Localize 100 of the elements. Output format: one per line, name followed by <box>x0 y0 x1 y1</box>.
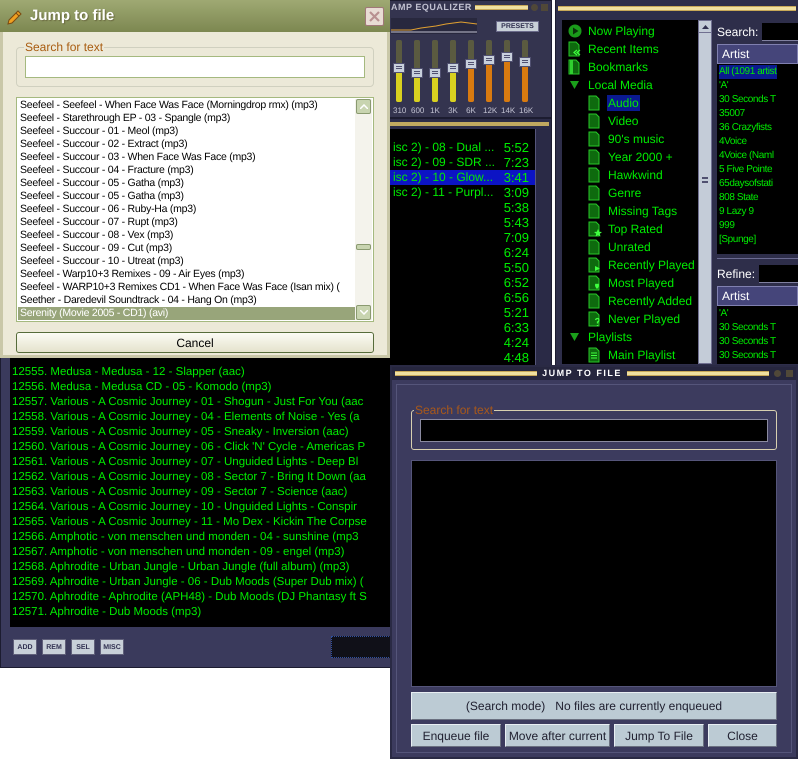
tree-item[interactable]: Main Playlist <box>607 347 676 363</box>
tree-item[interactable]: Now Playing <box>587 23 656 39</box>
scroll-grip-icon[interactable] <box>702 177 708 183</box>
artist-item[interactable]: 30 Seconds T <box>719 93 776 107</box>
slider-thumb[interactable] <box>501 52 513 62</box>
dialog-button[interactable]: Enqueue file <box>411 724 501 747</box>
tree-item[interactable]: Unrated <box>607 239 652 255</box>
file-list-item[interactable]: Seefeel - Succour - 03 - When Face Was Face (mp3) <box>18 151 355 164</box>
artist-item[interactable]: 36 Crazyfists <box>719 121 772 135</box>
tree-item[interactable]: Playlists <box>587 329 634 345</box>
track-title: 12560. Various - A Cosmic Journey - 06 - Click 'N' Cycle - Americas P <box>12 440 366 455</box>
column-header[interactable]: Artist <box>717 44 798 64</box>
expanded-arrow-icon[interactable] <box>570 333 579 341</box>
track-title: 12567. Amphotic - von menschen und monden - 09 - engel (mp3) <box>12 545 344 560</box>
expanded-arrow-icon[interactable] <box>570 81 579 89</box>
file-list-item[interactable]: Seether - Daredevil Soundtrack - 04 - Hang On (mp3) <box>18 294 355 307</box>
band-label: 6K <box>465 105 477 117</box>
search-field[interactable] <box>762 23 798 41</box>
track-title: 12555. Medusa - Medusa - 12 - Slapper (aac) <box>12 365 245 380</box>
file-list-item[interactable]: Seefeel - Succour - 08 - Vex (mp3) <box>18 229 355 242</box>
list-scrollbar[interactable] <box>355 99 372 320</box>
artist-item[interactable]: 30 Seconds T <box>719 321 776 335</box>
cancel-button[interactable]: Cancel <box>16 332 374 353</box>
file-list-item[interactable]: Seefeel - Warp10+3 Remixes - 09 - Air Eyes (mp3) <box>18 268 355 281</box>
tree-item[interactable]: Most Played <box>607 275 676 291</box>
dialog-button[interactable]: Move after current <box>505 724 610 747</box>
file-list-item[interactable]: Seefeel - Starethrough EP - 03 - Spangle (mp3) <box>18 112 355 125</box>
column-header[interactable]: Artist <box>717 286 798 306</box>
file-list-item[interactable]: Seefeel - Succour - 07 - Rupt (mp3) <box>18 216 355 229</box>
document-icon <box>587 113 602 129</box>
tree-item[interactable]: Genre <box>607 185 642 201</box>
slider-thumb[interactable] <box>447 62 459 73</box>
file-list-item[interactable]: Seefeel - Succour - 09 - Cut (mp3) <box>18 242 355 255</box>
slider-thumb[interactable] <box>483 54 495 65</box>
tree-item[interactable]: Missing Tags <box>607 203 678 219</box>
slider-thumb[interactable] <box>465 58 477 69</box>
file-list-item[interactable]: Seefeel - Seefeel - When Face Was Face (Morningdrop rmx) (mp3) <box>18 99 355 112</box>
file-list-item[interactable]: Seefeel - Succour - 01 - Meol (mp3) <box>18 125 355 138</box>
status-button[interactable]: (Search mode) No files are currently enqueued <box>411 692 777 720</box>
close-icon <box>369 10 380 22</box>
artist-item[interactable]: 999 <box>719 219 734 233</box>
artist-item[interactable]: [Spunge] <box>719 233 756 247</box>
tree-item[interactable]: Video <box>607 113 640 129</box>
document-icon <box>587 167 602 183</box>
file-list-item[interactable]: Seefeel - Succour - 05 - Gatha (mp3) <box>18 177 355 190</box>
tree-item[interactable]: Top Rated <box>607 221 664 237</box>
file-list-item[interactable]: Seefeel - Succour - 06 - Ruby-Ha (mp3) <box>18 203 355 216</box>
tree-item[interactable]: Local Media <box>587 77 654 93</box>
file-list-item[interactable]: Seefeel - Succour - 10 - Utreat (mp3) <box>18 255 355 268</box>
slider-thumb[interactable] <box>411 68 423 78</box>
artist-item[interactable]: 808 State <box>719 191 758 205</box>
tree-item[interactable]: Audio <box>607 95 640 111</box>
tree-item[interactable]: Hawkwind <box>607 167 664 183</box>
slider-thumb[interactable] <box>393 62 405 73</box>
artist-item[interactable]: 'A' <box>719 307 728 321</box>
search-label: Search: <box>717 24 758 41</box>
tree-item[interactable]: Recent Items <box>587 41 660 57</box>
file-list-item[interactable]: Seefeel - Succour - 02 - Extract (mp3) <box>18 138 355 151</box>
dialog-button[interactable]: Jump To File <box>614 724 704 747</box>
artist-item[interactable]: 30 Seconds T <box>719 335 776 349</box>
track-title: isc 2) - 08 - Dual ... <box>393 140 496 155</box>
band-label: 16K <box>519 105 531 117</box>
scroll-thumb[interactable] <box>356 244 371 250</box>
artist-item[interactable]: 9 Lazy 9 <box>719 205 754 219</box>
close-button[interactable] <box>365 6 384 26</box>
file-list-item[interactable]: Seefeel - WARP10+3 Remixes CD1 - When Face Was Face (Isan mix) ( <box>18 281 355 294</box>
tree-item[interactable]: Year 2000 + <box>607 149 674 165</box>
tree-item[interactable]: Never Played <box>607 311 682 327</box>
band-label: 3K <box>447 105 459 117</box>
track-title: 12564. Various - A Cosmic Journey - 10 - Unguided Lights - Conspir <box>12 500 357 515</box>
dialog-title: Jump to file <box>30 6 116 26</box>
document-icon <box>587 293 602 309</box>
tree-item[interactable]: Recently Played <box>607 257 696 273</box>
artist-item[interactable]: 5 Five Pointe <box>719 163 772 177</box>
search-legend: Search for text <box>24 38 104 56</box>
search-field[interactable] <box>420 419 768 442</box>
artist-item[interactable]: 65daysofstati <box>719 177 773 191</box>
artist-item[interactable]: 'A' <box>719 79 728 93</box>
track-title: 12565. Various - A Cosmic Journey - 11 - Mo Dex - Kickin The Corpse <box>12 515 367 530</box>
tree-item[interactable]: 90's music <box>607 131 666 147</box>
band-label: 1K <box>429 105 441 117</box>
artist-item[interactable]: 4Voice <box>719 135 747 149</box>
dialog-button[interactable]: Close <box>708 724 777 747</box>
list-document-icon <box>587 347 602 363</box>
file-list-item[interactable]: Seefeel - Succour - 04 - Fracture (mp3) <box>18 164 355 177</box>
tree-item[interactable]: Bookmarks <box>587 59 650 75</box>
artist-item[interactable]: 4Voice (Naml <box>719 149 774 163</box>
tree-item[interactable]: Recently Added <box>607 293 694 309</box>
artist-item[interactable]: 35007 <box>719 107 745 121</box>
search-field[interactable] <box>25 56 365 78</box>
slider-thumb[interactable] <box>429 68 441 78</box>
refine-field[interactable] <box>759 265 798 283</box>
artist-item[interactable]: 30 Seconds T <box>719 349 776 363</box>
artist-item[interactable]: All (1091 artist <box>719 65 777 79</box>
tree-scrollbar[interactable] <box>698 20 712 364</box>
scroll-up-icon[interactable] <box>702 24 708 28</box>
document-icon <box>587 203 602 219</box>
slider-thumb[interactable] <box>519 56 531 67</box>
file-list-item[interactable]: Seefeel - Succour - 05 - Gatha (mp3) <box>18 190 355 203</box>
track-title: 12570. Aphrodite - Aphrodite (APH48) - Dub Moods (DJ Phantasy ft S <box>12 590 367 605</box>
